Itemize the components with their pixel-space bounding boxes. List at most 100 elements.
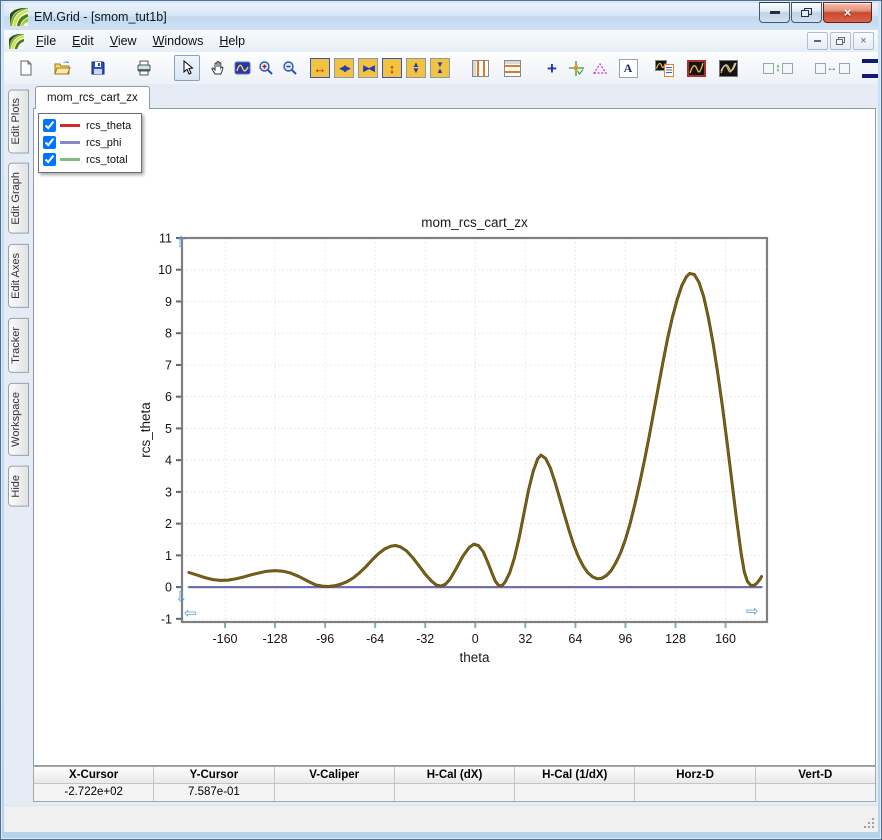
mdi-window-controls: × (805, 32, 874, 50)
zoom-in-button[interactable] (254, 56, 278, 80)
close-button[interactable]: × (823, 2, 872, 23)
compress-y-button[interactable]: ▼ ▲ (428, 56, 452, 80)
svg-text:mom_rcs_cart_zx: mom_rcs_cart_zx (421, 215, 528, 230)
new-button[interactable] (14, 56, 38, 80)
expand-x-button[interactable]: ↔ (308, 56, 332, 80)
h-caliper-button[interactable] (500, 56, 524, 80)
menu-file[interactable]: File (28, 32, 64, 50)
plot-single-button[interactable] (684, 56, 708, 80)
chart-canvas[interactable]: rcs_theta rcs_phi rcs_total -160 -128 -96-… (33, 108, 876, 766)
sidebar-tab-workspace[interactable]: Workspace (8, 382, 29, 456)
plot-with-legend-button[interactable] (652, 56, 676, 80)
resize-grip[interactable] (862, 816, 876, 830)
readout-value: 7.587e-01 (154, 784, 274, 801)
plot-multi-button[interactable] (716, 56, 740, 80)
stretch-y-icon: ▲ ▼ (406, 58, 426, 78)
v-caliper-button[interactable] (468, 56, 492, 80)
plot-multi-icon (718, 59, 738, 77)
legend-checkbox-rcs-theta[interactable] (43, 119, 56, 132)
readout-column-hcal-1dx: H-Cal (1/dX) (515, 767, 636, 801)
window-controls: × (758, 2, 872, 23)
tracker-button[interactable] (564, 56, 588, 80)
print-button[interactable] (132, 56, 156, 80)
pan-tool-button[interactable] (206, 56, 230, 80)
legend-label: rcs_theta (86, 119, 132, 132)
restore-button[interactable] (791, 2, 822, 23)
mdi-close-button[interactable]: × (853, 32, 874, 50)
chart: -160 -128 -96 -64 -32 0 32 64 96 128 160 -1 0 1 2 3 4 5 6 7… (138, 215, 769, 665)
sidebar-tab-edit-graph[interactable]: Edit Graph (8, 163, 29, 235)
stretch-x-button[interactable]: ◀▶ (332, 56, 356, 80)
svg-text:0: 0 (472, 632, 479, 646)
pan-hand-icon (211, 61, 224, 75)
readout-header: V-Caliper (274, 767, 394, 784)
layout-icon (862, 58, 878, 78)
cross-cursor-button[interactable]: + (540, 56, 564, 80)
legend-checkbox-rcs-phi[interactable] (43, 136, 56, 149)
stretch-y-button[interactable]: ▲ ▼ (404, 56, 428, 80)
tab-mom-rcs-cart-zx[interactable]: mom_rcs_cart_zx (35, 86, 150, 109)
mdi-minimize-button[interactable] (807, 32, 828, 50)
mdi-minimize-icon (814, 40, 821, 42)
zoom-out-button[interactable] (278, 56, 302, 80)
sidebar-tab-edit-plots[interactable]: Edit Plots (8, 89, 29, 154)
readout-value (635, 784, 755, 801)
align-vertical-button[interactable]: ↕ (758, 56, 798, 80)
svg-text:-96: -96 (316, 632, 334, 646)
legend-checkbox-rcs-total[interactable] (43, 153, 56, 166)
readout-value (274, 784, 394, 801)
sidebar-tab-edit-axes[interactable]: Edit Axes (8, 244, 29, 308)
readout-value: -2.722e+02 (34, 784, 154, 801)
readout-header: Vert-D (755, 767, 875, 784)
legend-item: rcs_total (43, 151, 131, 168)
mdi-restore-icon (836, 37, 845, 45)
svg-text:10: 10 (158, 263, 172, 277)
close-icon: × (843, 5, 852, 20)
sidebar-tab-tracker[interactable]: Tracker (8, 317, 29, 373)
menu-edit[interactable]: Edit (64, 32, 102, 50)
slope-tool-button[interactable] (588, 56, 612, 80)
menu-view[interactable]: View (102, 32, 145, 50)
sidebar-tab-hide[interactable]: Hide (8, 465, 29, 507)
readout-column-vert-d: Vert-D (755, 767, 875, 801)
app-icon (10, 7, 28, 26)
svg-text:-128: -128 (263, 632, 288, 646)
text-tool-button[interactable]: A (616, 56, 640, 80)
save-icon (91, 61, 105, 75)
pan-left-arrow-icon[interactable]: ⇦ (184, 606, 197, 621)
svg-text:96: 96 (618, 632, 632, 646)
readout-header: Horz-D (635, 767, 755, 784)
pan-right-arrow-icon[interactable]: ⇨ (746, 604, 759, 619)
align-horizontal-button[interactable]: ↔ (812, 56, 852, 80)
svg-text:-32: -32 (416, 632, 434, 646)
svg-text:6: 6 (165, 390, 172, 404)
minimize-button[interactable] (759, 2, 790, 23)
svg-text:2: 2 (165, 517, 172, 531)
main-area: Edit Plots Edit Graph Edit Axes Tracker … (4, 84, 878, 806)
svg-text:-1: -1 (161, 612, 172, 626)
layout-button[interactable]: Layout (862, 58, 878, 78)
svg-text:theta: theta (459, 650, 490, 665)
zoom-out-icon (283, 61, 297, 75)
readout-header: H-Cal (dX) (394, 767, 515, 784)
restore-icon (801, 8, 812, 17)
mdi-close-icon: × (860, 35, 867, 47)
menu-help[interactable]: Help (211, 32, 253, 50)
svg-text:128: 128 (665, 632, 686, 646)
select-tool-button[interactable] (174, 55, 200, 81)
open-folder-icon (53, 61, 71, 75)
pan-up-arrow-icon[interactable]: ⇧ (175, 235, 188, 250)
cursor-readout-bar: X-Cursor -2.722e+02 Y-Cursor 7.587e-01 V… (33, 766, 876, 802)
open-button[interactable] (50, 56, 74, 80)
tracker-icon (568, 60, 584, 76)
document-icon[interactable] (9, 33, 24, 49)
zoom-region-button[interactable] (230, 56, 254, 80)
readout-value (755, 784, 875, 801)
expand-y-button[interactable]: ↕ (380, 56, 404, 80)
compress-x-button[interactable]: ▶◀ (356, 56, 380, 80)
mdi-restore-button[interactable] (830, 32, 851, 50)
legend-swatch-rcs-theta (60, 124, 80, 127)
save-button[interactable] (86, 56, 110, 80)
pan-down-arrow-icon[interactable]: ⇩ (175, 590, 188, 605)
menu-windows[interactable]: Windows (145, 32, 212, 50)
